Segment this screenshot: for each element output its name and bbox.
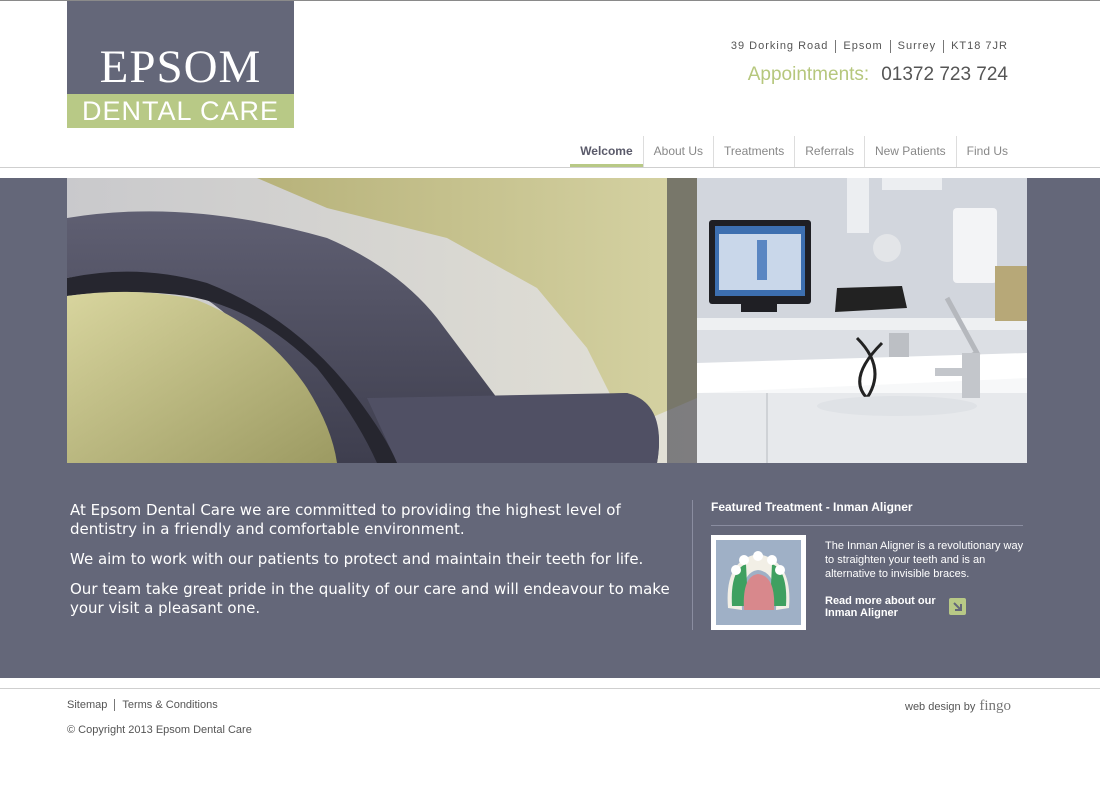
logo-top-block: EPSOM xyxy=(67,1,294,94)
nav-item-about-us[interactable]: About Us xyxy=(642,136,713,167)
aligner-illustration xyxy=(716,540,801,625)
copyright: © Copyright 2013 Epsom Dental Care xyxy=(67,724,252,736)
nav-divider xyxy=(0,167,1100,168)
surgery-photo xyxy=(697,178,1027,463)
nav-item-find-us[interactable]: Find Us xyxy=(955,136,1008,167)
footer-divider xyxy=(0,688,1100,689)
logo-epsom-text: EPSOM xyxy=(99,41,262,93)
arrow-down-right-icon[interactable] xyxy=(949,598,966,615)
appointments: Appointments: 01372 723 724 xyxy=(748,63,1008,87)
featured-description: The Inman Aligner is a revolutionary way… xyxy=(825,540,1024,580)
address-street: 39 Dorking Road xyxy=(730,40,829,52)
footer-links: Sitemap Terms & Conditions xyxy=(67,699,225,711)
footer-link-sitemap[interactable]: Sitemap xyxy=(67,699,114,711)
address-town: Epsom xyxy=(835,40,889,53)
address-county: Surrey xyxy=(889,40,943,53)
intro-text: At Epsom Dental Care we are committed to… xyxy=(70,501,670,629)
designer-logo-text: fingo xyxy=(979,698,1011,714)
address-postcode: KT18 7JR xyxy=(943,40,1008,53)
address: 39 Dorking Road Epsom Surrey KT18 7JR xyxy=(724,40,1008,53)
nav-item-new-patients[interactable]: New Patients xyxy=(863,136,956,167)
appointments-label: Appointments: xyxy=(747,64,870,85)
read-more-link[interactable]: Read more about our Inman Aligner xyxy=(825,595,955,619)
featured-treatment: Featured Treatment - Inman Aligner The I… xyxy=(711,500,1023,630)
intro-paragraph: At Epsom Dental Care we are committed to… xyxy=(70,501,621,538)
content-divider xyxy=(692,500,693,630)
web-design-label: web design by xyxy=(905,701,976,713)
nav-item-treatments[interactable]: Treatments xyxy=(713,136,794,167)
main-band: At Epsom Dental Care we are committed to… xyxy=(0,178,1100,678)
inman-aligner-thumbnail[interactable] xyxy=(711,535,806,630)
intro-paragraph: Our team take great pride in the quality… xyxy=(70,580,670,617)
waiting-room-photo xyxy=(67,178,697,463)
logo-bottom-block: DENTAL CARE xyxy=(67,94,294,128)
footer-link-terms[interactable]: Terms & Conditions xyxy=(114,699,224,711)
hero-image-surgery xyxy=(697,178,1027,463)
web-design-credit[interactable]: web design by fingo xyxy=(905,698,1011,715)
site-logo[interactable]: EPSOM DENTAL CARE xyxy=(67,1,294,128)
logo-dental-care-text: DENTAL CARE xyxy=(81,96,280,126)
phone-number[interactable]: 01372 723 724 xyxy=(881,63,1008,87)
intro-paragraph: We aim to work with our patients to prot… xyxy=(70,550,644,568)
featured-title: Featured Treatment - Inman Aligner xyxy=(711,500,1023,526)
main-nav: Welcome About Us Treatments Referrals Ne… xyxy=(570,136,1008,167)
hero-image-waiting-room xyxy=(67,178,697,463)
nav-item-referrals[interactable]: Referrals xyxy=(794,136,864,167)
nav-item-welcome[interactable]: Welcome xyxy=(570,136,643,167)
